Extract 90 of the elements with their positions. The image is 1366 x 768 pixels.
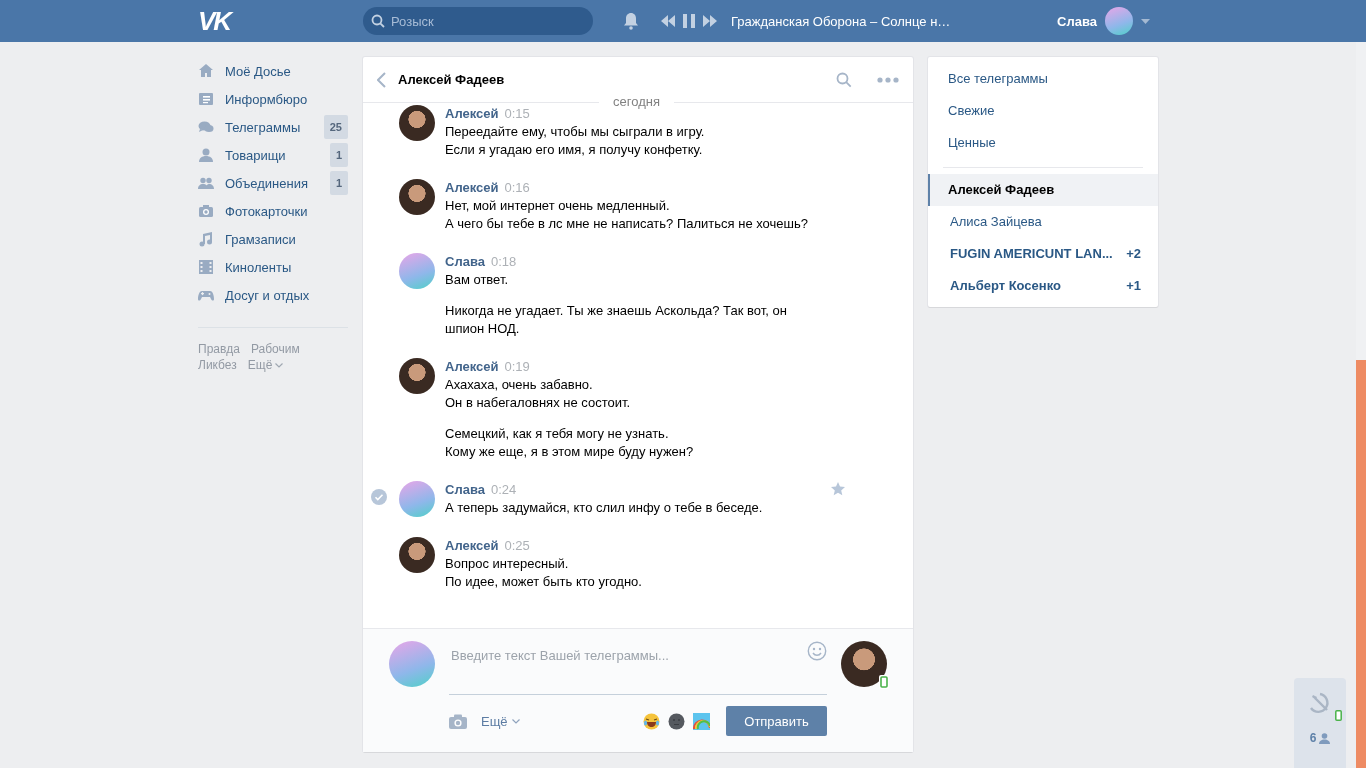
smiley-icon[interactable]	[807, 641, 827, 661]
message-text: Семецкий, как я тебя могу не узнать. Кому же еще, я в этом мире буду нужен?	[445, 425, 694, 461]
dialog-item[interactable]: Алиса Зайцева	[928, 206, 1158, 238]
people-icon	[198, 175, 214, 191]
mobile-phone-icon	[879, 675, 889, 689]
caret-icon	[275, 362, 284, 368]
unread-count: +2	[1126, 245, 1141, 263]
rainbow-emoji-icon[interactable]	[693, 712, 710, 730]
sidebar-item[interactable]: Киноленты	[198, 253, 348, 281]
count-badge: 1	[329, 171, 348, 195]
online-count: 6	[1309, 731, 1317, 745]
caret-icon[interactable]	[1141, 18, 1150, 24]
dark-moon-emoji-icon[interactable]	[668, 712, 685, 730]
message-time: 0:18	[490, 254, 517, 269]
check-icon[interactable]	[371, 489, 387, 505]
author-name[interactable]: Алексей	[445, 106, 499, 121]
sidebar-item[interactable]: Фотокарточки	[198, 197, 348, 225]
camera-icon[interactable]	[449, 713, 467, 729]
avatar	[1105, 7, 1133, 35]
sidebar-item[interactable]: Досуг и отдых	[198, 281, 348, 309]
more-menu[interactable]: Ещё	[481, 713, 520, 729]
avatar	[841, 641, 887, 687]
sidebar-item[interactable]: Объединения 1	[198, 169, 348, 197]
user-name[interactable]: Слава	[1057, 13, 1097, 29]
search-field[interactable]: Розыск	[363, 7, 593, 35]
pause-icon[interactable]	[683, 14, 695, 28]
sidebar-item[interactable]: Товарищи 1	[198, 141, 348, 169]
next-icon[interactable]	[703, 15, 717, 27]
person-icon	[1319, 732, 1331, 744]
newspaper-icon	[198, 91, 214, 107]
avatar	[399, 253, 435, 289]
message-input[interactable]: Введите текст Вашей телеграммы...	[449, 641, 807, 664]
message-time: 0:15	[504, 106, 530, 121]
dialog-item[interactable]: FUGIN AMERICUNT LAN... +2	[928, 238, 1158, 270]
unread-count: +1	[1126, 277, 1141, 295]
message-text: Нет, мой интернет очень медленный. А чего бы тебе в лс мне не написать? Палиться не хочешь?	[445, 197, 808, 233]
avatar	[399, 537, 435, 573]
count-badge: 25	[323, 115, 348, 139]
logo[interactable]: VK	[198, 0, 363, 42]
sidebar-item[interactable]: Информбюро	[198, 85, 348, 113]
search-icon[interactable]	[836, 71, 852, 88]
folder-link[interactable]: Все телеграммы	[928, 63, 1158, 95]
music-note-icon	[198, 231, 214, 247]
message-text: Никогда не угадает. Ты же знаешь Аскольда? Так вот, он шпион НОД.	[445, 302, 787, 338]
avatar	[399, 105, 435, 141]
message-text: Вопрос интересный. По идее, может быть кто угодно.	[445, 555, 642, 591]
author-name[interactable]: Алексей	[445, 538, 499, 553]
hammer-and-sickle-icon	[1308, 692, 1332, 714]
count-badge: 1	[329, 143, 348, 167]
author-name[interactable]: Слава	[445, 254, 485, 269]
previous-icon[interactable]	[661, 15, 675, 27]
send-button[interactable]: Отправить	[726, 706, 827, 736]
avatar	[389, 641, 435, 687]
message-time: 0:16	[504, 180, 530, 195]
laughing-emoji-icon[interactable]	[643, 712, 660, 730]
star-icon[interactable]	[831, 482, 845, 496]
chat-icon	[198, 119, 214, 135]
message-time: 0:24	[490, 482, 517, 497]
message-text: А теперь задумайся, кто слил инфу о тебе в беседе.	[445, 499, 763, 517]
message-text: Вам ответ.	[445, 271, 510, 289]
message-time: 0:19	[504, 359, 530, 374]
mobile-phone-icon	[1335, 710, 1342, 721]
author-name[interactable]: Алексей	[445, 180, 499, 195]
author-name[interactable]: Алексей	[445, 359, 499, 374]
message-text: Ахахаха, очень забавно. Он в набегаловнях не состоит.	[445, 376, 632, 412]
track-title[interactable]: Гражданская Оборона – Солнце н…	[731, 13, 951, 29]
sidebar-item[interactable]: Моё Досье	[198, 57, 348, 85]
message-text: Переедайте ему, чтобы мы сыграли в игру. Если я угадаю его имя, я получу конфетку.	[445, 123, 705, 159]
dialog-item[interactable]: Альберт Косенко +1	[928, 270, 1158, 302]
message-time: 0:25	[504, 538, 530, 553]
scrollbar-thumb[interactable]	[1356, 360, 1366, 768]
chat-widget[interactable]: 6	[1294, 678, 1346, 768]
camera-icon	[198, 203, 214, 219]
sidebar-item[interactable]: Телеграммы 25	[198, 113, 348, 141]
folder-link[interactable]: Ценные	[928, 127, 1158, 159]
back-icon[interactable]	[377, 71, 386, 88]
avatar	[399, 358, 435, 394]
more-icon[interactable]	[877, 76, 899, 83]
film-icon	[198, 259, 214, 275]
bell-icon[interactable]	[623, 12, 639, 30]
caret-icon	[511, 718, 520, 724]
home-icon	[198, 63, 214, 79]
dialog-item[interactable]: Алексей Фадеев	[928, 174, 1158, 206]
sidebar-item[interactable]: Грамзаписи	[198, 225, 348, 253]
person-icon	[198, 147, 214, 163]
folder-link[interactable]: Свежие	[928, 95, 1158, 127]
avatar	[399, 481, 435, 517]
avatar	[399, 179, 435, 215]
author-name[interactable]: Слава	[445, 482, 485, 497]
chat-title: Алексей Фадеев	[398, 72, 506, 87]
